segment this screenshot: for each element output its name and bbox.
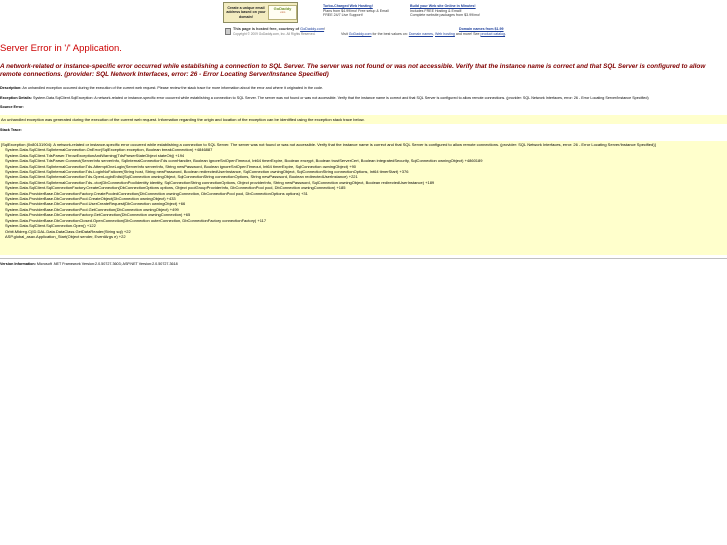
description: Description: An unhandled exception occu… (0, 86, 725, 91)
ad-hosting-line2: FREE 24/7 Live Support! (323, 13, 363, 18)
godaddy-link[interactable]: GoDaddy.com (300, 27, 324, 31)
hosted-by-text: This page is hosted free, courtesy of Go… (233, 27, 326, 36)
source-error-text: An unhandled exception was generated dur… (1, 117, 365, 122)
version-text: Microsoft .NET Framework Version:2.0.507… (36, 262, 178, 266)
ad-builder-line2: Complete website packages from $3.99/mo! (410, 13, 481, 18)
ad-banner-text: Create a unique email address based on y… (226, 6, 266, 19)
web-hosting-link[interactable]: Web hosting (435, 32, 455, 36)
ad-hosting: Turbo-Charged Web Hosting! Plans from $4… (323, 4, 403, 18)
version-label: Version Information: (0, 262, 36, 266)
domain-names-catalog-link[interactable]: Domain names (409, 32, 433, 36)
copyright-text: Copyright © 2009 GoDaddy.com, Inc. All R… (233, 31, 316, 36)
exception-details: Exception Details: System.Data.SqlClient… (0, 96, 725, 101)
stack-trace-box: [SqlException (0x80131904): A network-re… (0, 141, 727, 255)
description-label: Description: (0, 86, 22, 90)
exception-details-label: Exception Details: (0, 96, 32, 100)
stack-frame: ASP.global_asax.Application_Start(Object… (5, 233, 126, 239)
ad-bar: Create a unique email address based on y… (0, 0, 727, 24)
page-title: Server Error in '/' Application. (0, 43, 122, 54)
description-text: An unhandled exception occurred during t… (22, 86, 324, 90)
source-error-label: Source Error: (0, 105, 24, 109)
godaddy-visit-link[interactable]: GoDaddy.com (349, 32, 372, 36)
ad-website-builder: Build your Web site Online in Minutes! I… (410, 4, 490, 18)
version-information: Version Information: Microsoft .NET Fram… (0, 262, 725, 267)
stack-trace-label: Stack Trace: (0, 128, 22, 132)
server-icon (225, 28, 231, 35)
divider (0, 258, 727, 259)
ad-builder-line1: Includes FREE Hosting & Email! (410, 8, 462, 13)
exception-details-text: System.Data.SqlClient.SqlException: A ne… (33, 96, 649, 100)
hosted-by-row: This page is hosted free, courtesy of Go… (0, 27, 727, 39)
godaddy-ad-banner[interactable]: Create a unique email address based on y… (223, 2, 298, 23)
godaddy-logo: GoDaddy .com (268, 5, 297, 20)
product-catalog-link[interactable]: product catalog (480, 32, 505, 36)
error-message: A network-related or instance-specific e… (0, 63, 706, 79)
source-error-box: An unhandled exception was generated dur… (0, 115, 727, 124)
ad-hosting-line1: Plans from $4.99/mo! Free setup & Email (323, 8, 389, 13)
